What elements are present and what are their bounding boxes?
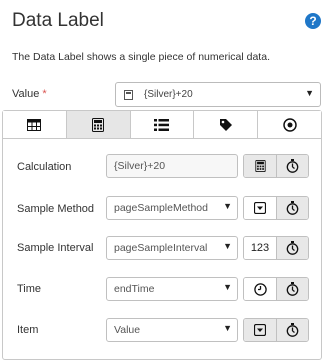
calculation-label: Calculation	[17, 161, 72, 173]
sample-method-select[interactable]: pageSampleMethod ▼	[106, 196, 238, 220]
link-button[interactable]	[276, 278, 308, 300]
item-label: Item	[17, 324, 39, 336]
link-button[interactable]	[276, 155, 308, 177]
chevron-down-icon: ▼	[223, 323, 232, 333]
link-button[interactable]	[276, 197, 308, 219]
chevron-down-icon: ▼	[223, 241, 232, 251]
time-value: endTime	[114, 283, 155, 295]
tab-table[interactable]	[3, 111, 67, 138]
stopwatch-icon	[286, 241, 299, 255]
settings-panel: Calculation {Silver}+20 Sample Method pa…	[2, 110, 322, 360]
value-select-text: {Silver}+20	[144, 89, 193, 100]
chevron-down-icon: ▼	[223, 282, 232, 292]
item-select[interactable]: Value ▼	[106, 318, 238, 342]
sample-method-label: Sample Method	[17, 203, 95, 215]
calculation-input[interactable]: {Silver}+20	[106, 154, 238, 178]
tab-calculation[interactable]	[66, 111, 131, 138]
value-select[interactable]: {Silver}+20 ▼	[115, 82, 321, 107]
time-button-group	[243, 277, 309, 301]
sample-method-value: pageSampleMethod	[114, 202, 208, 214]
item-value: Value	[114, 324, 141, 336]
target-icon	[282, 117, 297, 132]
chevron-down-icon: ▼	[305, 88, 314, 98]
stopwatch-icon	[286, 201, 299, 215]
dropdown-mode-button[interactable]	[244, 319, 276, 341]
link-button[interactable]	[276, 237, 308, 259]
tab-target[interactable]	[258, 111, 321, 138]
sample-interval-label: Sample Interval	[17, 242, 94, 254]
time-select[interactable]: endTime ▼	[106, 277, 238, 301]
required-marker: *	[42, 88, 47, 100]
stopwatch-icon	[286, 323, 299, 337]
dropdown-box-icon	[254, 324, 266, 336]
tag-icon	[219, 118, 232, 131]
link-button[interactable]	[276, 319, 308, 341]
dropdown-mode-button[interactable]	[244, 197, 276, 219]
calculation-button-group	[243, 154, 309, 178]
calculator-icon	[92, 117, 105, 132]
help-icon[interactable]: ?	[305, 13, 321, 29]
item-button-group	[243, 318, 309, 342]
sample-interval-select[interactable]: pageSampleInterval ▼	[106, 236, 238, 260]
page-title: Data Label	[12, 10, 104, 31]
value-label: Value *	[12, 88, 47, 100]
stopwatch-icon	[286, 159, 299, 173]
tab-list[interactable]	[130, 111, 195, 138]
calculator-icon	[254, 160, 266, 172]
chevron-down-icon: ▼	[223, 201, 232, 211]
description-text: The Data Label shows a single piece of n…	[12, 51, 270, 63]
sample-interval-value: pageSampleInterval	[114, 242, 208, 254]
clock-icon	[253, 282, 267, 296]
tab-tag[interactable]	[194, 111, 259, 138]
time-label: Time	[17, 283, 42, 295]
table-icon	[27, 118, 42, 131]
numeric-mode-button[interactable]: 123	[244, 237, 276, 259]
calculator-icon	[124, 90, 133, 100]
stopwatch-icon	[286, 282, 299, 296]
value-label-text: Value	[12, 88, 40, 100]
list-icon	[154, 118, 170, 131]
tab-bar	[3, 111, 321, 139]
time-mode-button[interactable]	[244, 278, 276, 300]
sample-interval-button-group: 123	[243, 236, 309, 260]
sample-method-button-group	[243, 196, 309, 220]
dropdown-box-icon	[254, 202, 266, 214]
calculator-button[interactable]	[244, 155, 276, 177]
